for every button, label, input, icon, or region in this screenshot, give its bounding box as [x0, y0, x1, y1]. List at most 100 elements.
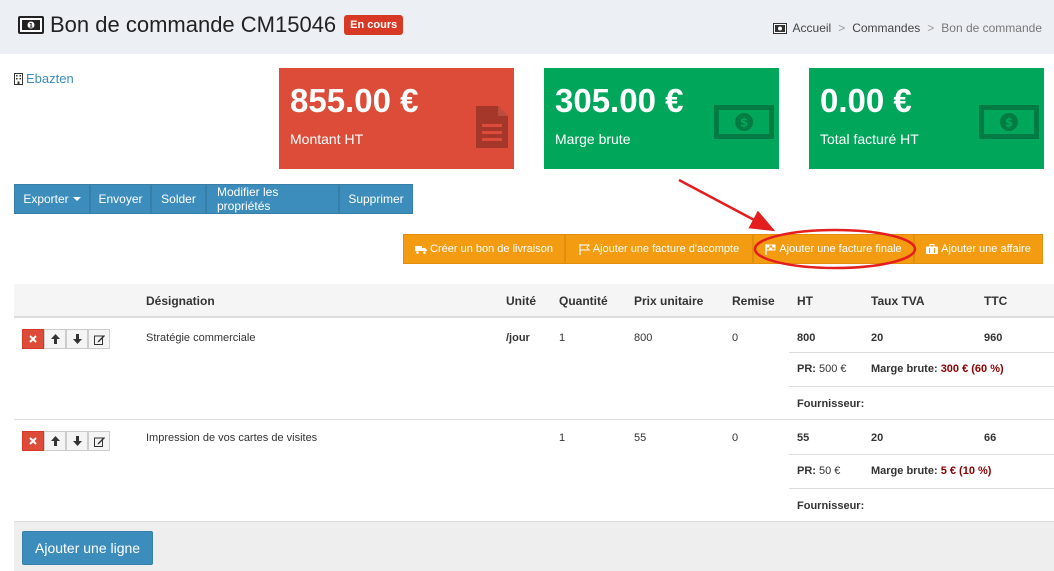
edit-icon [93, 436, 105, 447]
row-margin-info: PR: 50 € Marge brute: 5 € (10 %) [789, 454, 1054, 488]
create-delivery-label: Créer un bon de livraison [430, 243, 553, 255]
row-actions [22, 431, 110, 451]
pr-value: 500 € [819, 363, 847, 375]
add-line-button[interactable]: Ajouter une ligne [22, 531, 154, 565]
row-supplier-info: Fournisseur: [789, 488, 1054, 522]
arrow-down-icon [72, 334, 82, 344]
breadcrumb-commandes[interactable]: Commandes [852, 21, 920, 35]
stat-amount: 0.00 € [820, 82, 912, 119]
stat-label: Marge brute [555, 131, 631, 147]
delete-row-button[interactable] [22, 329, 44, 349]
cell-prix-unitaire: 800 [634, 332, 653, 344]
edit-row-button[interactable] [88, 431, 110, 451]
briefcase-icon [926, 244, 939, 254]
cell-tva: 20 [871, 432, 884, 444]
cell-ttc: 960 [984, 332, 1003, 344]
delete-row-button[interactable] [22, 431, 44, 451]
settle-button[interactable]: Solder [151, 184, 206, 214]
marge-value: 5 € (10 %) [940, 465, 992, 477]
table-header: Désignation Unité Quantité Prix unitaire… [14, 284, 1054, 318]
status-badge: En cours [344, 15, 404, 35]
col-ttc: TTC [984, 294, 1008, 308]
edit-row-button[interactable] [88, 329, 110, 349]
cell-ht: 800 [797, 332, 816, 344]
cell-ht: 55 [797, 432, 810, 444]
cell-quantite: 1 [559, 332, 566, 344]
move-up-button[interactable] [44, 431, 66, 451]
export-button[interactable]: Exporter [14, 184, 90, 214]
table-row: Stratégie commerciale /jour 1 800 0 800 … [14, 318, 1054, 420]
caret-down-icon [72, 197, 81, 201]
create-delivery-button[interactable]: Créer un bon de livraison [403, 234, 565, 264]
checkered-flag-icon [765, 243, 776, 255]
stat-box-montant: 855.00 € Montant HT [279, 68, 514, 169]
arrow-down-icon [72, 436, 82, 446]
col-prix-unitaire: Prix unitaire [634, 294, 704, 308]
move-down-button[interactable] [66, 329, 88, 349]
add-final-invoice-button[interactable]: Ajouter une facture finale [753, 234, 914, 264]
money-icon: $ [714, 105, 774, 139]
pr-info: PR: 50 € [797, 465, 840, 477]
cell-tva: 20 [871, 332, 884, 344]
breadcrumb: Accueil > Commandes > Bon de commande [772, 21, 1042, 35]
send-button[interactable]: Envoyer [90, 184, 151, 214]
add-deposit-invoice-button[interactable]: Ajouter une facture d'acompte [565, 234, 753, 264]
client-link[interactable]: Ebazten [14, 71, 74, 86]
add-deposit-invoice-label: Ajouter une facture d'acompte [592, 243, 740, 255]
delete-button[interactable]: Supprimer [339, 184, 413, 214]
col-unite: Unité [506, 294, 536, 308]
col-quantite: Quantité [559, 294, 608, 308]
stat-amount: 305.00 € [555, 82, 684, 119]
cell-remise: 0 [732, 432, 739, 444]
breadcrumb-current: Bon de commande [941, 21, 1042, 35]
cell-quantite: 1 [559, 432, 566, 444]
svg-text:$: $ [1005, 116, 1013, 130]
breadcrumb-home[interactable]: Accueil [793, 21, 832, 35]
page-header: 1 Bon de commande CM15046 En cours Accue… [0, 0, 1054, 54]
move-up-button[interactable] [44, 329, 66, 349]
action-bar: Créer un bon de livraison Ajouter une fa… [403, 234, 1043, 264]
supplier-label: Fournisseur: [797, 398, 865, 410]
supplier-label: Fournisseur: [797, 500, 865, 512]
export-label: Exporter [23, 192, 69, 206]
marge-value: 300 € (60 %) [940, 363, 1004, 375]
arrow-up-icon [50, 334, 60, 344]
cell-unite: /jour [506, 332, 530, 344]
edit-properties-button[interactable]: Modifier les propriétés [206, 184, 339, 214]
add-final-invoice-label: Ajouter une facture finale [779, 243, 902, 255]
breadcrumb-separator: > [927, 21, 935, 35]
cell-designation: Impression de vos cartes de visites [146, 432, 318, 444]
add-deal-button[interactable]: Ajouter une affaire [914, 234, 1043, 264]
page-title: Bon de commande CM15046 [50, 12, 337, 37]
pr-label: PR: [797, 363, 816, 375]
move-down-button[interactable] [66, 431, 88, 451]
cell-remise: 0 [732, 332, 739, 344]
marge-info: Marge brute: 5 € (10 %) [871, 465, 991, 477]
col-remise: Remise [732, 294, 775, 308]
table-row: Impression de vos cartes de visites 1 55… [14, 420, 1054, 522]
cell-prix-unitaire: 55 [634, 432, 647, 444]
close-icon [29, 437, 37, 445]
flag-outline-icon [579, 243, 590, 255]
breadcrumb-separator: > [838, 21, 846, 35]
marge-info: Marge brute: 300 € (60 %) [871, 363, 1004, 375]
stat-amount: 855.00 € [290, 82, 419, 119]
stat-box-marge: 305.00 € Marge brute $ [544, 68, 779, 169]
truck-icon [415, 245, 428, 254]
client-name[interactable]: Ebazten [26, 71, 74, 86]
col-ht: HT [797, 294, 813, 308]
stat-label: Montant HT [290, 131, 364, 147]
row-supplier-info: Fournisseur: [789, 386, 1054, 420]
edit-icon [93, 334, 105, 345]
add-deal-label: Ajouter une affaire [941, 243, 1031, 255]
stat-label: Total facturé HT [820, 131, 919, 147]
pr-info: PR: 500 € [797, 363, 847, 375]
file-icon [476, 106, 508, 148]
arrow-up-icon [50, 436, 60, 446]
cell-ttc: 66 [984, 432, 997, 444]
marge-label: Marge brute: [871, 465, 938, 477]
title-wrap: 1 Bon de commande CM15046 En cours [18, 12, 404, 38]
table-footer: Ajouter une ligne [14, 522, 1054, 571]
col-designation: Désignation [146, 294, 215, 308]
money-bill-icon [772, 22, 787, 34]
